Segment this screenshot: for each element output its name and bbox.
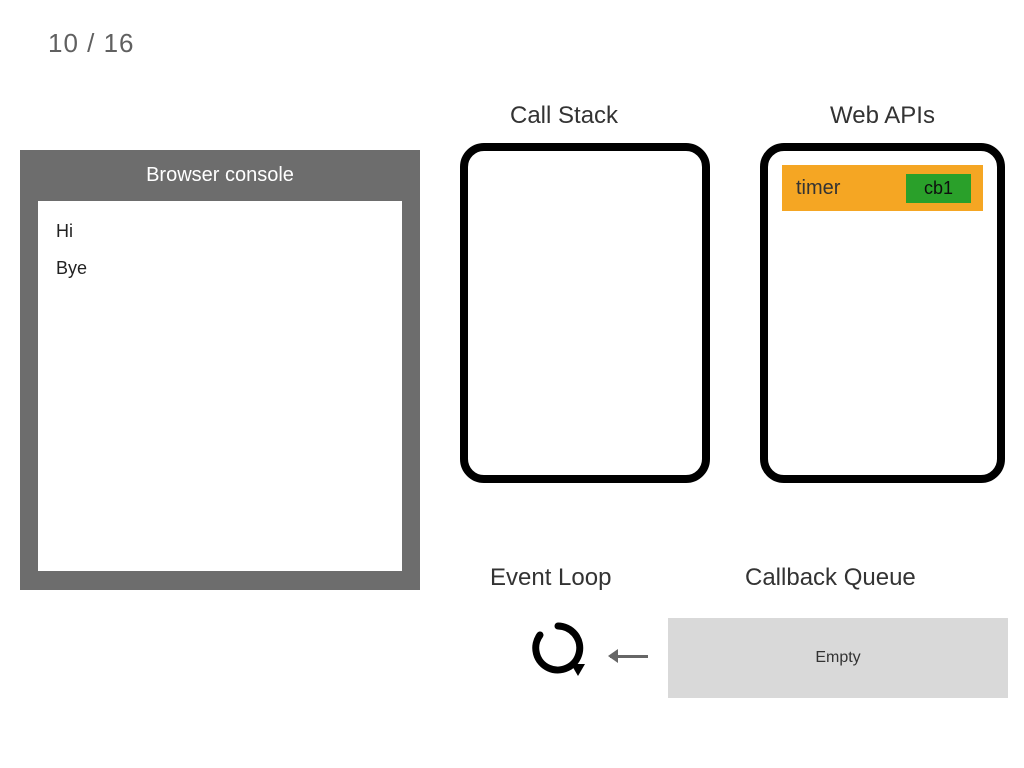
web-apis-box: timer cb1: [760, 143, 1005, 483]
callstack-title: Call Stack: [510, 102, 618, 130]
arrow-left-icon: [610, 648, 660, 664]
slide-counter: 10 / 16: [48, 28, 135, 59]
console-line: Hi: [56, 221, 384, 242]
console-line: Bye: [56, 258, 384, 279]
callback-queue-box: Empty: [668, 618, 1008, 698]
browser-console-body: Hi Bye: [38, 201, 402, 571]
callback-queue-title: Callback Queue: [745, 564, 916, 592]
call-stack-box: [460, 143, 710, 483]
browser-console-title: Browser console: [38, 150, 402, 201]
callback-block: cb1: [906, 174, 971, 203]
event-loop-icon: [530, 620, 586, 676]
callback-queue-content: Empty: [815, 649, 860, 667]
eventloop-title: Event Loop: [490, 564, 611, 592]
webapis-title: Web APIs: [830, 102, 935, 130]
timer-label: timer: [796, 177, 840, 200]
timer-block: timer cb1: [782, 165, 983, 211]
browser-console-panel: Browser console Hi Bye: [20, 150, 420, 590]
